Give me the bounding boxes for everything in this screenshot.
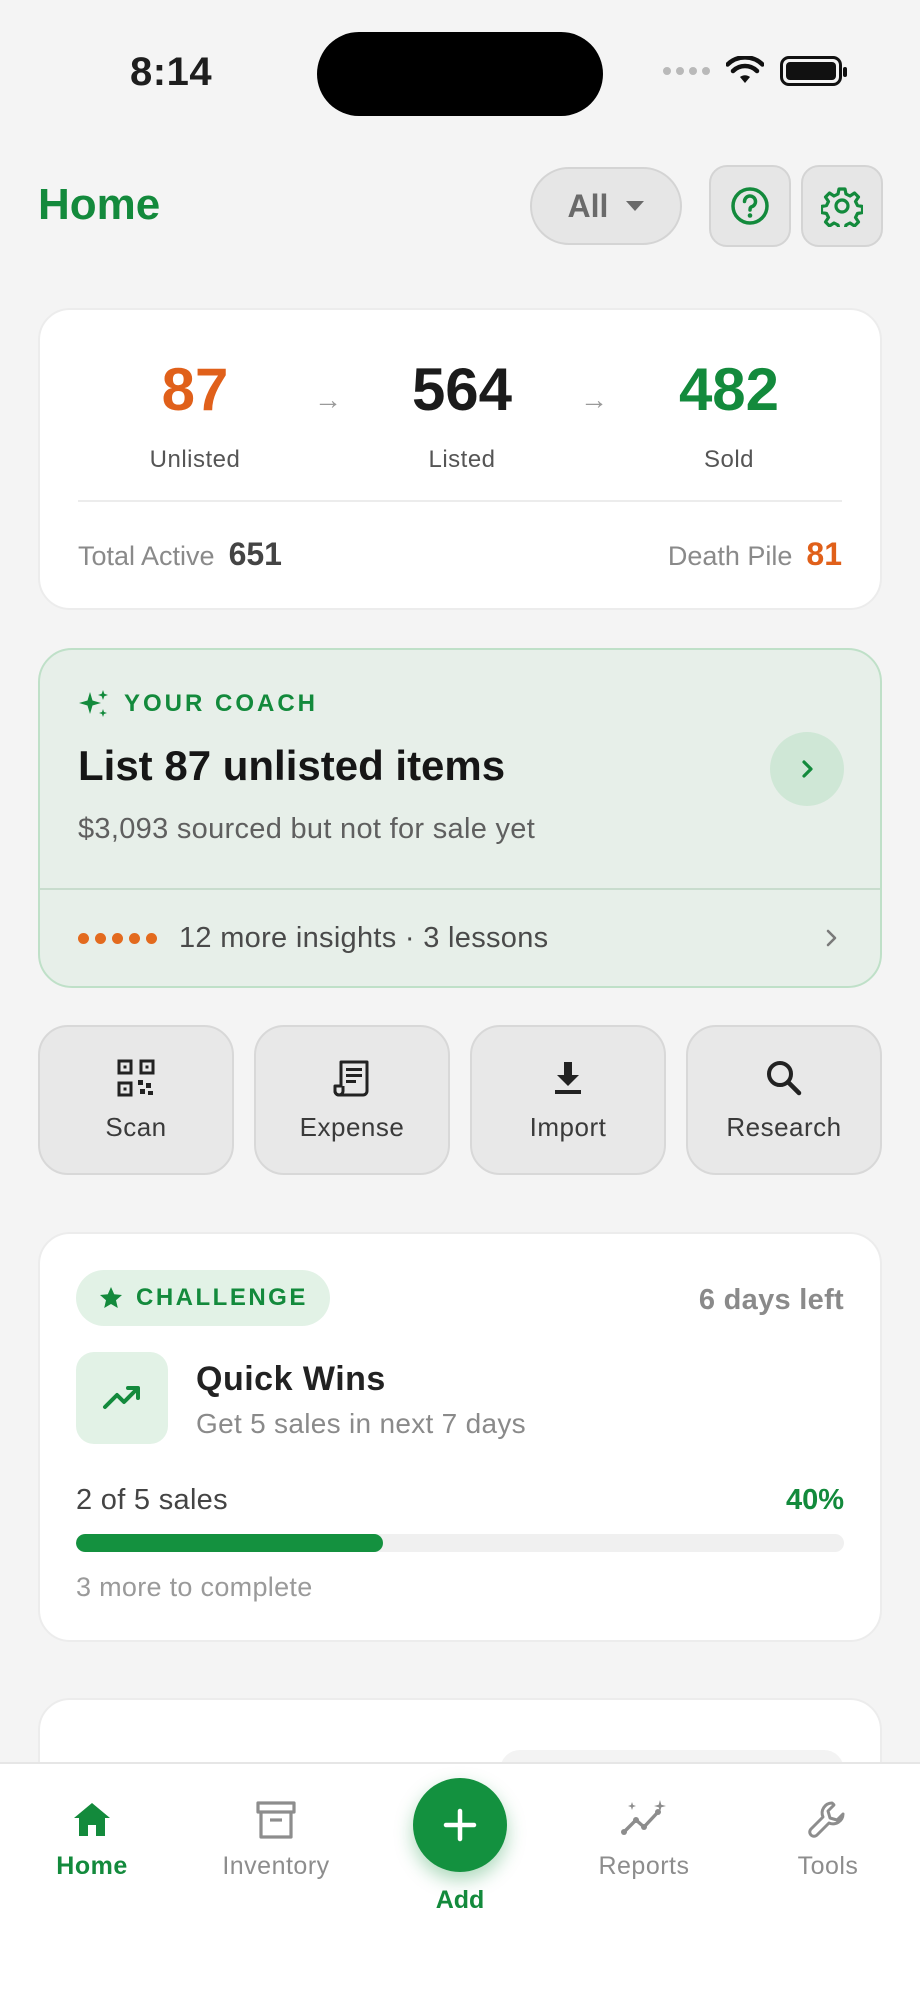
stat-sold[interactable]: 482 Sold <box>629 360 829 474</box>
stat-sold-value: 482 <box>678 356 780 423</box>
total-active-value: 651 <box>228 536 282 572</box>
inventory-stats-card: 87 Unlisted → 564 Listed → 482 Sold Tota… <box>38 308 882 610</box>
death-pile-label: Death Pile <box>667 541 793 571</box>
chevron-right-icon <box>826 929 837 947</box>
coach-kicker: YOUR COACH <box>124 690 319 717</box>
page-title: Home <box>38 180 161 229</box>
expense-label: Expense <box>299 1111 405 1142</box>
add-button[interactable] <box>413 1778 507 1872</box>
dynamic-island <box>317 32 603 116</box>
signal-icon <box>663 67 710 75</box>
research-label: Research <box>726 1111 842 1142</box>
tab-inventory[interactable]: Inventory <box>184 1798 368 1881</box>
download-icon <box>555 1061 581 1094</box>
total-active-label: Total Active <box>78 541 215 571</box>
scan-button[interactable]: Scan <box>38 1025 234 1175</box>
tab-add-label[interactable]: Add <box>386 1886 534 1915</box>
status-time: 8:14 <box>130 50 213 94</box>
challenge-badge-label: CHALLENGE <box>136 1284 308 1311</box>
help-icon <box>731 187 769 225</box>
challenge-badge: CHALLENGE <box>76 1270 330 1326</box>
bottom-tab-bar: Home Inventory Add Reports Tools <box>0 1762 920 2000</box>
receipt-icon <box>333 1060 369 1096</box>
stat-listed-label: Listed <box>428 446 496 473</box>
stat-unlisted-value: 87 <box>161 356 229 423</box>
challenge-progress-bar <box>76 1534 844 1552</box>
wrench-icon <box>808 1801 845 1838</box>
sparkle-chart-icon <box>621 1800 666 1835</box>
home-icon <box>74 1803 110 1836</box>
coach-insights-row[interactable]: 12 more insights · 3 lessons <box>78 888 842 988</box>
arrow-right-icon: → <box>314 384 342 415</box>
help-button[interactable] <box>709 165 791 247</box>
coach-open-button[interactable] <box>770 732 844 806</box>
total-active: Total Active 651 <box>78 536 282 573</box>
challenge-percent: 40% <box>785 1484 844 1516</box>
sparkle-icon <box>79 690 108 717</box>
filter-value: All <box>567 187 609 224</box>
coach-title: List 87 unlisted items <box>78 742 506 789</box>
insight-dots-icon <box>78 932 157 944</box>
challenge-progress-fill <box>76 1534 384 1552</box>
divider <box>78 500 842 502</box>
scan-label: Scan <box>105 1111 167 1142</box>
tab-tools[interactable]: Tools <box>736 1798 920 1881</box>
plus-icon <box>443 1808 477 1842</box>
tab-home-label: Home <box>56 1852 128 1880</box>
stat-sold-label: Sold <box>703 446 755 473</box>
import-button[interactable]: Import <box>470 1025 666 1175</box>
stat-unlisted-label: Unlisted <box>149 446 241 473</box>
challenge-remaining: 3 more to complete <box>76 1572 313 1602</box>
challenge-days-left: 6 days left <box>698 1284 844 1316</box>
chevron-right-icon <box>802 760 813 778</box>
search-icon <box>767 1060 802 1095</box>
archive-box-icon <box>256 1801 296 1839</box>
challenge-card[interactable]: CHALLENGE 6 days left Quick Wins Get 5 s… <box>38 1232 882 1642</box>
stats-footer: Total Active 651 Death Pile 81 <box>78 536 842 573</box>
research-button[interactable]: Research <box>686 1025 882 1175</box>
gear-icon <box>821 187 863 227</box>
tab-home[interactable]: Home <box>0 1798 184 1881</box>
death-pile-value: 81 <box>806 536 842 572</box>
challenge-progress-label: 2 of 5 sales <box>76 1484 228 1516</box>
trending-up-icon <box>103 1386 140 1409</box>
stat-listed-value: 564 <box>411 356 513 423</box>
coach-card[interactable]: YOUR COACH List 87 unlisted items $3,093… <box>38 648 882 988</box>
stat-listed[interactable]: 564 Listed <box>362 360 562 474</box>
challenge-description: Get 5 sales in next 7 days <box>196 1408 526 1439</box>
challenge-title: Quick Wins <box>196 1360 386 1398</box>
tab-tools-label: Tools <box>797 1852 859 1880</box>
expense-button[interactable]: Expense <box>254 1025 450 1175</box>
qr-scan-icon <box>117 1059 155 1096</box>
coach-subtitle: $3,093 sourced but not for sale yet <box>78 813 536 845</box>
coach-header: YOUR COACH <box>78 688 318 720</box>
status-bar: 8:14 <box>0 0 920 150</box>
filter-dropdown[interactable]: All <box>530 167 682 245</box>
status-icons <box>663 56 847 86</box>
tab-inventory-label: Inventory <box>222 1852 330 1880</box>
tab-reports[interactable]: Reports <box>552 1798 736 1881</box>
tab-reports-label: Reports <box>598 1852 690 1880</box>
settings-button[interactable] <box>801 165 883 247</box>
insights-text: 12 more insights · 3 lessons <box>179 921 549 954</box>
arrow-right-icon: → <box>580 384 608 415</box>
import-label: Import <box>529 1111 607 1142</box>
challenge-icon <box>76 1352 168 1444</box>
caret-down-icon <box>626 201 645 211</box>
battery-icon <box>780 56 847 86</box>
star-icon <box>100 1287 122 1308</box>
death-pile[interactable]: Death Pile 81 <box>668 536 842 573</box>
stat-unlisted[interactable]: 87 Unlisted <box>95 360 295 474</box>
wifi-icon <box>726 56 764 83</box>
